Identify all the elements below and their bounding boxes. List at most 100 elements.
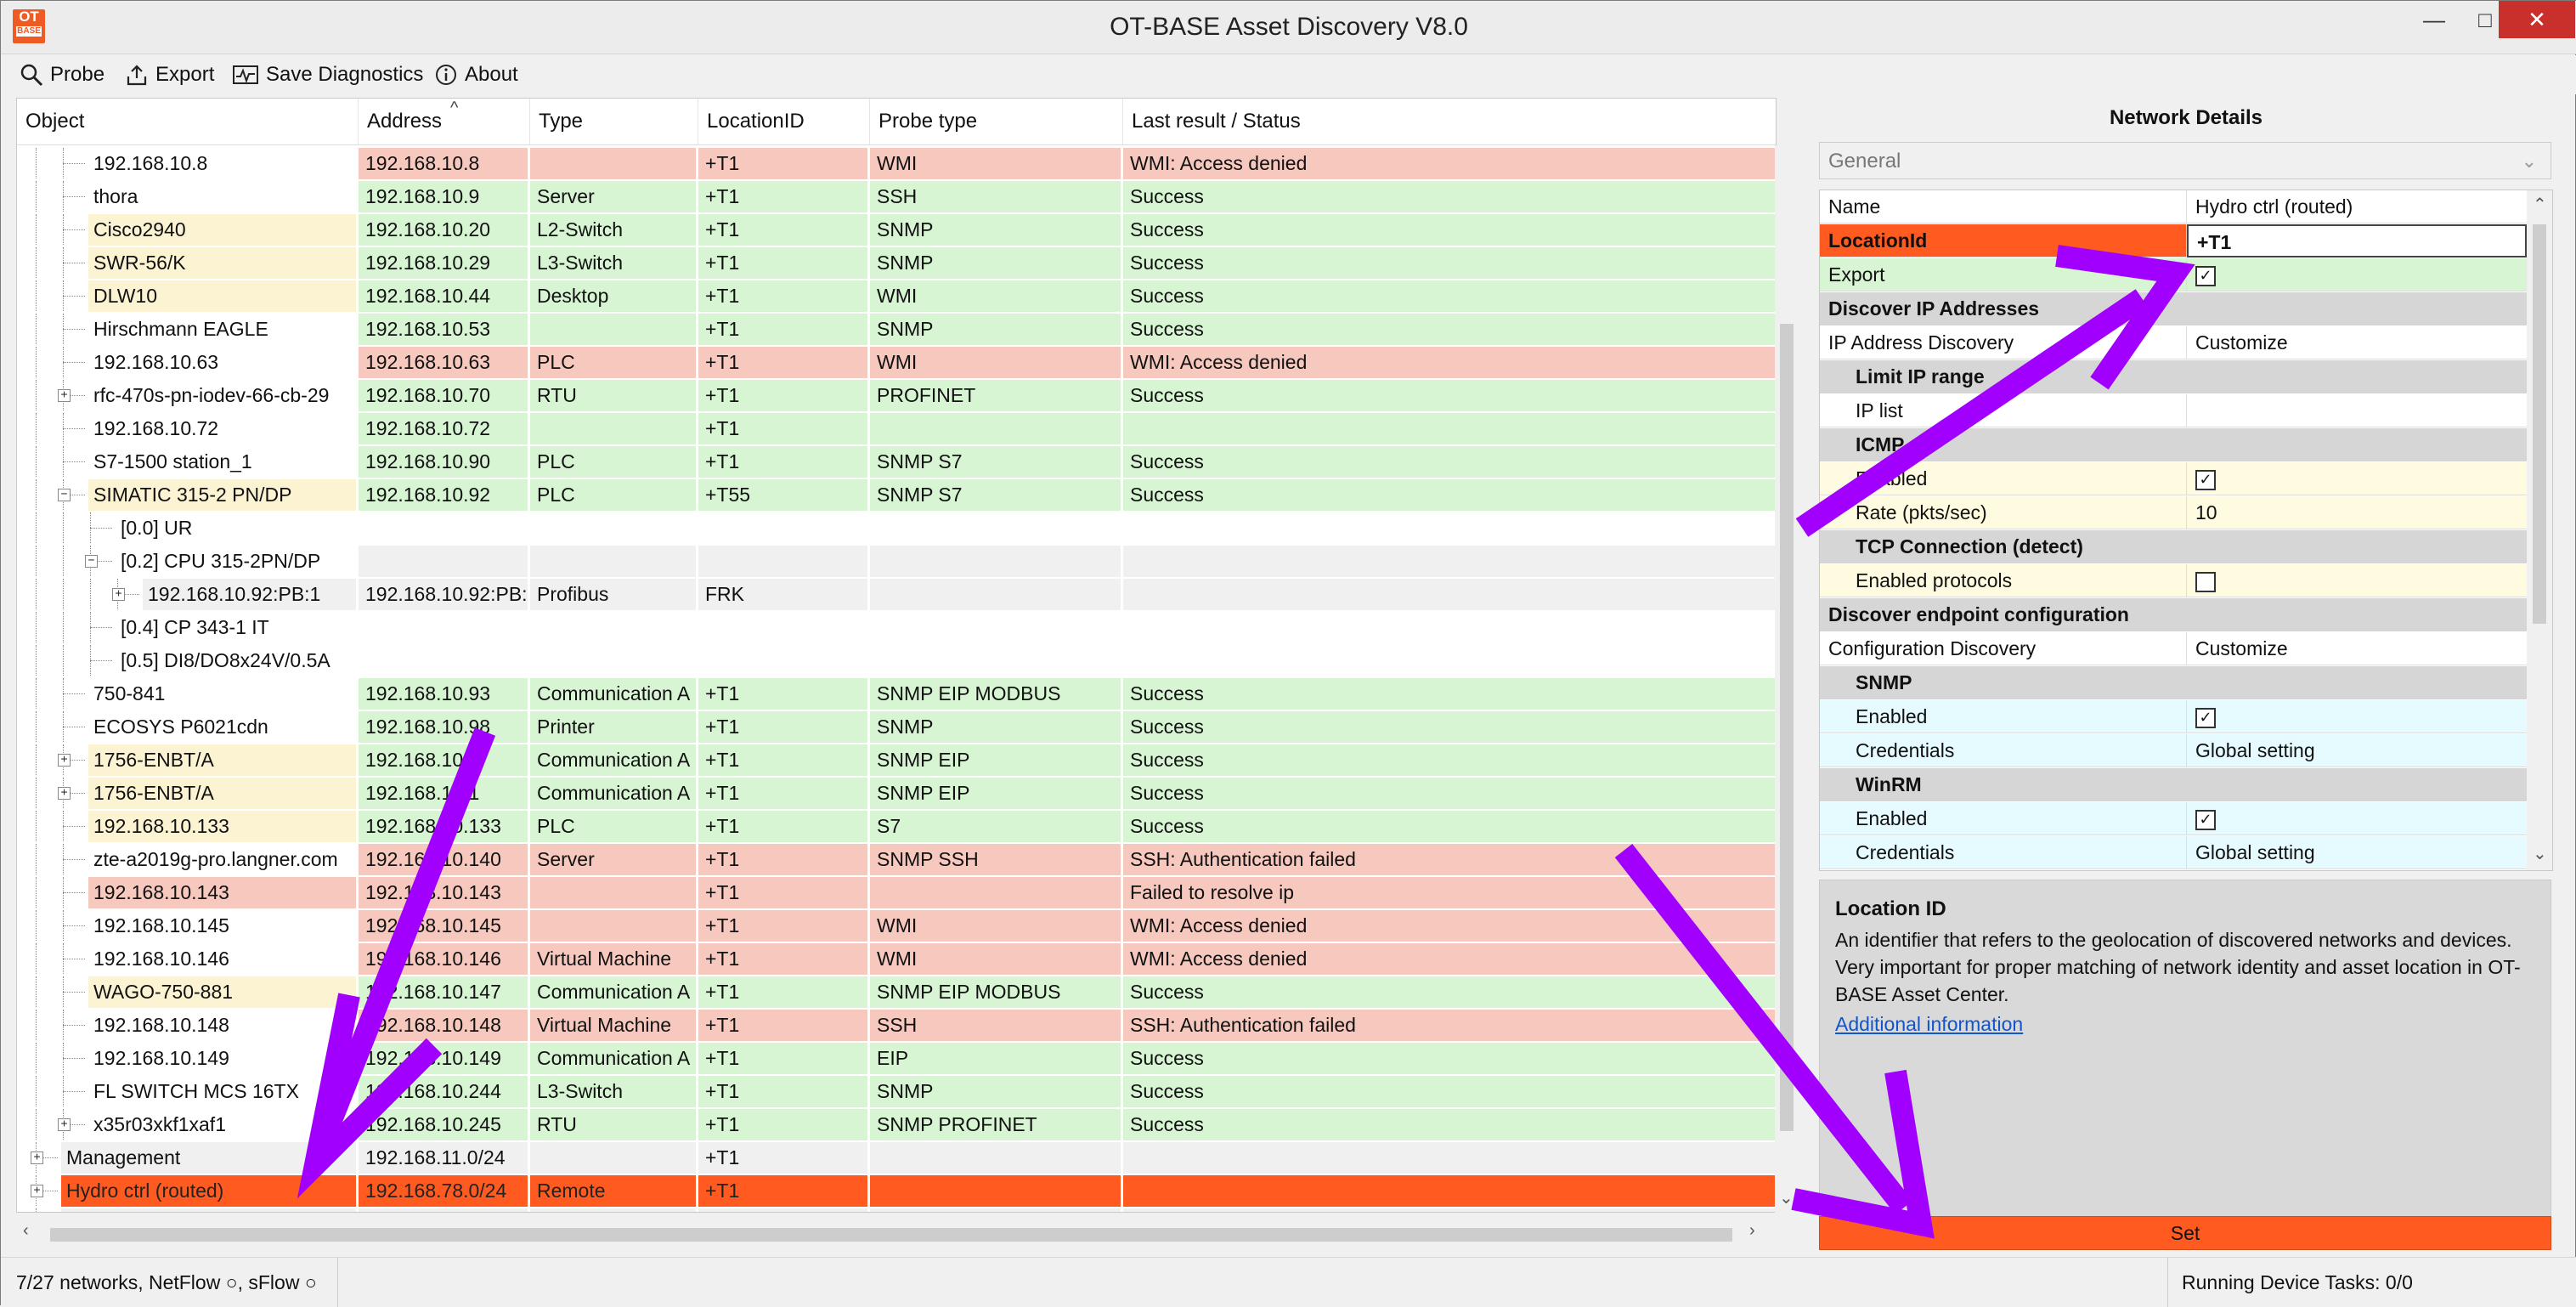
additional-information-link[interactable]: Additional information	[1835, 1013, 2535, 1036]
table-row[interactable]: 192.168.10.63 192.168.10.63 PLC +T1 WMI WMI: …	[17, 347, 1776, 380]
type-cell[interactable]	[530, 314, 697, 345]
probe-type-cell[interactable]: SNMP SSH	[870, 844, 1121, 875]
object-cell[interactable]: Cisco2940	[17, 214, 357, 246]
object-cell[interactable]: 192.168.10.146	[17, 943, 357, 975]
scroll-down-icon[interactable]: ⌄	[2533, 843, 2547, 864]
object-cell[interactable]: + Hydro ctrl (routed)	[17, 1175, 357, 1207]
object-cell[interactable]: FL SWITCH MCS 16TX	[17, 1076, 357, 1107]
collapse-icon[interactable]: −	[58, 489, 71, 501]
property-checkbox[interactable]: ✓	[2195, 707, 2216, 728]
status-cell[interactable]: Success	[1123, 1109, 1776, 1140]
status-cell[interactable]: WMI: Access denied	[1123, 910, 1776, 942]
property-row[interactable]: Configuration Discovery Customize	[1820, 632, 2552, 666]
type-cell[interactable]	[530, 148, 697, 179]
locationid-cell[interactable]: +T55	[698, 479, 868, 511]
probe-type-cell[interactable]: WMI	[870, 280, 1121, 312]
address-cell[interactable]: 192.168.10.29	[359, 247, 528, 279]
type-cell[interactable]	[530, 877, 697, 908]
table-row[interactable]: − SIMATIC 315-2 PN/DP 192.168.10.92 PLC +T55…	[17, 479, 1776, 512]
object-cell[interactable]: [0.5] DI8/DO8x24V/0.5A	[17, 645, 357, 676]
about-button[interactable]: About	[434, 60, 518, 89]
probe-type-cell[interactable]	[870, 579, 1121, 610]
locationid-cell[interactable]: +T1	[698, 877, 868, 908]
object-cell[interactable]: 192.168.10.72	[17, 413, 357, 444]
type-cell[interactable]: PLC	[530, 811, 697, 842]
table-row[interactable]: − [0.2] CPU 315-2PN/DP	[17, 546, 1776, 579]
probe-type-cell[interactable]: SSH	[870, 1010, 1121, 1041]
property-category[interactable]: Discover IP Addresses	[1820, 292, 2552, 326]
address-cell[interactable]: 192.168.10.146	[359, 943, 528, 975]
probe-type-cell[interactable]: SNMP EIP	[870, 778, 1121, 809]
address-cell[interactable]: 192.168.10.70	[359, 380, 528, 411]
object-cell[interactable]: SWR-56/K	[17, 247, 357, 279]
type-cell[interactable]: L2-Switch	[530, 214, 697, 246]
table-row[interactable]: 192.168.10.149 192.168.10.149 Communicatio…	[17, 1043, 1776, 1076]
type-cell[interactable]: L3-Switch	[530, 247, 697, 279]
expand-icon[interactable]: +	[58, 754, 71, 767]
status-cell[interactable]: WMI: Access denied	[1123, 347, 1776, 378]
probe-type-cell[interactable]	[870, 877, 1121, 908]
property-category[interactable]: Discover endpoint configuration	[1820, 598, 2552, 632]
object-cell[interactable]: [0.0] UR	[17, 512, 357, 544]
property-value[interactable]: ✓	[2187, 802, 2527, 835]
property-row[interactable]: IP list	[1820, 394, 2552, 428]
type-cell[interactable]: Desktop	[530, 280, 697, 312]
object-cell[interactable]: + x35r03xkf1xaf1	[17, 1109, 357, 1140]
property-value[interactable]: Customize	[2187, 326, 2527, 359]
object-cell[interactable]: Hirschmann EAGLE	[17, 314, 357, 345]
address-cell[interactable]: 192.168.10.245	[359, 1109, 528, 1140]
type-cell[interactable]: Virtual Machine	[530, 943, 697, 975]
table-row[interactable]: [0.5] DI8/DO8x24V/0.5A	[17, 645, 1776, 678]
property-value[interactable]	[2187, 394, 2527, 427]
property-row[interactable]: Enabled ✓	[1820, 802, 2552, 836]
object-cell[interactable]: ECOSYS P6021cdn	[17, 711, 357, 743]
status-cell[interactable]: Success	[1123, 280, 1776, 312]
locationid-cell[interactable]: +T1	[698, 1109, 868, 1140]
table-row[interactable]: 192.168.10.8 192.168.10.8 +T1 WMI WMI: Acces…	[17, 148, 1776, 181]
table-row[interactable]: + Hydro ctrl (routed) 192.168.78.0/24 Remot…	[17, 1175, 1776, 1208]
address-cell[interactable]: 192.168.10.92:PB:1	[359, 579, 528, 610]
probe-type-cell[interactable]	[870, 546, 1121, 577]
address-cell[interactable]: 192.168.10.1	[359, 744, 528, 776]
locationid-cell[interactable]	[698, 612, 868, 643]
address-cell[interactable]: 192.168.10.9	[359, 181, 528, 212]
table-row[interactable]: 192.168.10.145 192.168.10.145 +T1 WMI WMI: A…	[17, 910, 1776, 943]
expand-icon[interactable]: +	[58, 389, 71, 402]
status-cell[interactable]: Success	[1123, 711, 1776, 743]
probe-type-cell[interactable]	[870, 612, 1121, 643]
column-header-locationid[interactable]: LocationID	[698, 99, 870, 144]
locationid-cell[interactable]: FRK	[698, 579, 868, 610]
address-cell[interactable]: 192.168.10.92	[359, 479, 528, 511]
property-value[interactable]: ✓	[2187, 258, 2527, 291]
table-row[interactable]: 192.168.10.146 192.168.10.146 Virtual Mach…	[17, 943, 1776, 976]
object-cell[interactable]: − SIMATIC 315-2 PN/DP	[17, 479, 357, 511]
object-cell[interactable]: WAGO-750-881	[17, 976, 357, 1008]
locationid-cell[interactable]: +T1	[698, 1043, 868, 1074]
probe-button[interactable]: Probe	[20, 60, 105, 89]
property-row[interactable]: Credentials Global setting	[1820, 734, 2552, 768]
address-cell[interactable]: 192.168.10.148	[359, 1010, 528, 1041]
status-cell[interactable]: Success	[1123, 744, 1776, 776]
probe-type-cell[interactable]	[870, 645, 1121, 676]
locationid-cell[interactable]: +T1	[698, 413, 868, 444]
address-cell[interactable]: 192.168.10.44	[359, 280, 528, 312]
locationid-cell[interactable]	[698, 645, 868, 676]
property-category[interactable]: Limit IP range	[1820, 360, 2552, 394]
set-button[interactable]: Set	[1819, 1216, 2551, 1250]
expand-icon[interactable]: +	[112, 588, 125, 601]
locationid-cell[interactable]: +T1	[698, 844, 868, 875]
property-row[interactable]: Enabled protocols	[1820, 564, 2552, 598]
type-cell[interactable]: Remote	[530, 1175, 697, 1207]
locationid-cell[interactable]: +T1	[698, 446, 868, 478]
export-button[interactable]: Export	[125, 60, 214, 89]
status-cell[interactable]	[1123, 1142, 1776, 1174]
grid-horizontal-scrollbar[interactable]: ‹ ›	[16, 1213, 1775, 1253]
address-cell[interactable]: 192.168.11.0/24	[359, 1142, 528, 1174]
address-cell[interactable]	[359, 645, 528, 676]
object-cell[interactable]: + Management	[17, 1142, 357, 1174]
grid-horizontal-scroll-thumb[interactable]	[50, 1228, 1732, 1242]
type-cell[interactable]	[530, 645, 697, 676]
probe-type-cell[interactable]: SNMP S7	[870, 446, 1121, 478]
probe-type-cell[interactable]: WMI	[870, 943, 1121, 975]
object-cell[interactable]: 192.168.10.8	[17, 148, 357, 179]
